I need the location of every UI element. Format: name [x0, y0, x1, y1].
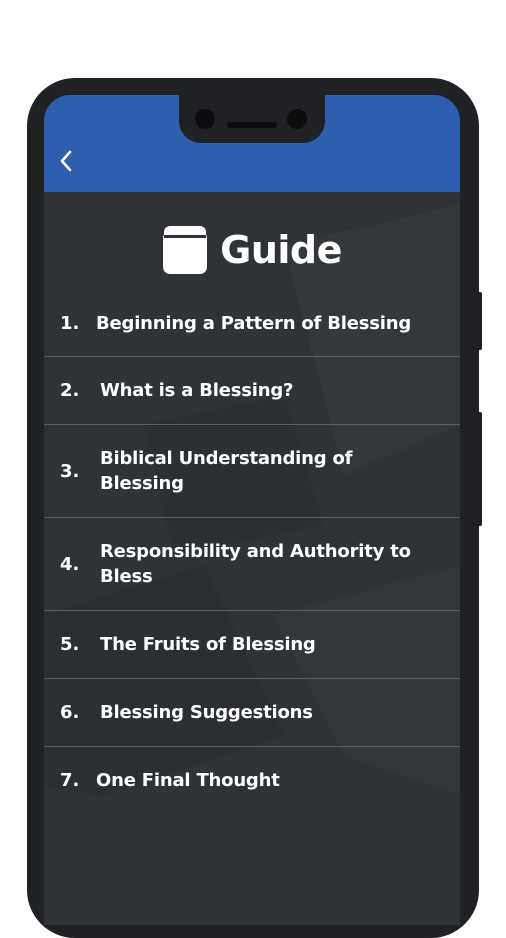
- chevron-left-icon: [60, 150, 72, 172]
- item-label: Beginning a Pattern of Blessing: [96, 313, 412, 334]
- item-label: One Final Thought: [96, 770, 280, 791]
- camera-notch: [179, 95, 325, 143]
- front-sensor: [287, 109, 307, 129]
- page-title: Guide: [220, 228, 342, 272]
- item-label: What is a Blessing?: [100, 380, 294, 401]
- guide-list-item[interactable]: 5. The Fruits of Blessing: [44, 611, 460, 679]
- item-label: Responsibility and Authority to Bless: [100, 541, 411, 587]
- item-number: 7.: [60, 770, 80, 791]
- item-number: 6.: [60, 702, 80, 723]
- book-icon: [163, 226, 208, 274]
- item-number: 4.: [60, 553, 80, 575]
- front-camera: [195, 109, 215, 129]
- guide-list-item[interactable]: 6. Blessing Suggestions: [44, 679, 460, 747]
- guide-list-item[interactable]: 4. Responsibility and Authority to Bless: [44, 518, 460, 611]
- app-screen: Guide 1. Beginning a Pattern of Blessing…: [44, 95, 460, 925]
- item-label: Blessing Suggestions: [100, 702, 313, 723]
- phone-side-button: [476, 412, 482, 526]
- item-label: The Fruits of Blessing: [100, 634, 316, 655]
- item-number: 5.: [60, 634, 80, 655]
- guide-list-item[interactable]: 3. Biblical Understanding of Blessing: [44, 425, 460, 518]
- item-number: 3.: [60, 460, 80, 482]
- guide-list: 1. Beginning a Pattern of Blessing 2. Wh…: [44, 291, 460, 814]
- earpiece-speaker: [227, 122, 277, 128]
- guide-list-item[interactable]: 2. What is a Blessing?: [44, 357, 460, 425]
- guide-list-item[interactable]: 7. One Final Thought: [44, 747, 460, 814]
- item-number: 1.: [60, 313, 80, 334]
- item-label: Biblical Understanding of Blessing: [100, 448, 353, 494]
- back-button[interactable]: [52, 147, 80, 175]
- page-header: Guide: [44, 223, 460, 277]
- guide-list-item[interactable]: 1. Beginning a Pattern of Blessing: [44, 291, 460, 357]
- phone-side-button: [476, 292, 482, 350]
- item-number: 2.: [60, 380, 80, 401]
